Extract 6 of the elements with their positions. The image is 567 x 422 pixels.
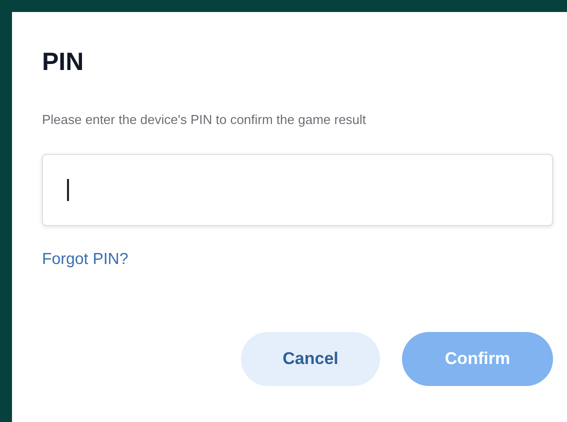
cancel-button[interactable]: Cancel: [241, 332, 380, 386]
forgot-pin-link[interactable]: Forgot PIN?: [42, 248, 128, 272]
pin-input-field[interactable]: [42, 154, 553, 226]
text-cursor-icon: [67, 178, 69, 200]
dialog-title: PIN: [42, 50, 84, 75]
dialog-description: Please enter the device's PIN to confirm the game result: [42, 111, 366, 129]
